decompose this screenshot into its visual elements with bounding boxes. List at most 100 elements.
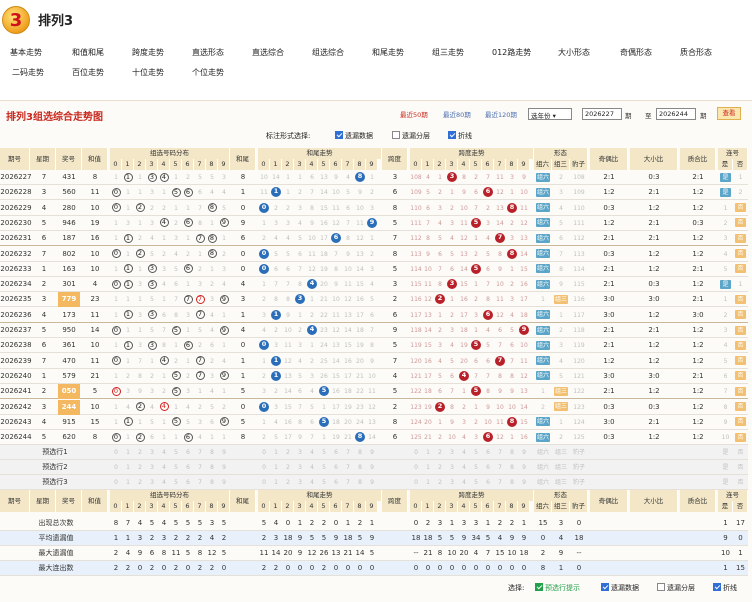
predict-shape[interactable]: 组六 xyxy=(534,445,552,460)
predict-digit[interactable]: 1 xyxy=(422,445,434,460)
predict-digit[interactable]: 8 xyxy=(354,460,366,475)
predict-digit[interactable]: 7 xyxy=(194,460,206,475)
predict-digit[interactable]: 6 xyxy=(330,475,342,490)
predict-shape[interactable]: 组三 xyxy=(552,460,570,475)
predict-digit[interactable]: 0 xyxy=(258,445,270,460)
predict-digit[interactable]: 2 xyxy=(434,445,446,460)
predict-digit[interactable]: 0 xyxy=(258,475,270,490)
predict-digit[interactable]: 2 xyxy=(282,460,294,475)
predict-shape[interactable]: 组三 xyxy=(552,475,570,490)
predict-digit[interactable]: 7 xyxy=(494,460,506,475)
predict-digit[interactable]: 1 xyxy=(270,445,282,460)
predict-shape[interactable]: 组三 xyxy=(552,445,570,460)
predict-digit[interactable]: 0 xyxy=(410,475,422,490)
predict-digit[interactable]: 0 xyxy=(410,460,422,475)
predict-digit[interactable]: 4 xyxy=(306,475,318,490)
predict-digit[interactable]: 7 xyxy=(494,445,506,460)
predict-row[interactable]: 预选行1 0 0 0 1 1 1 2 2 2 3 3 3 4 4 4 5 5 5 6 6 6 7 7 7 8 8 8 9 9 9 组六 组三 豹子… xyxy=(0,445,748,460)
predict-digit[interactable]: 6 xyxy=(482,460,494,475)
predict-digit[interactable]: 8 xyxy=(354,445,366,460)
predict-digit[interactable]: 8 xyxy=(354,475,366,490)
predict-digit[interactable]: 6 xyxy=(182,445,194,460)
predict-digit[interactable]: 9 xyxy=(218,445,230,460)
predict-digit[interactable]: 5 xyxy=(318,445,330,460)
predict-row[interactable]: 预选行3 0 0 0 1 1 1 2 2 2 3 3 3 4 4 4 5 5 5 6 6 6 7 7 7 8 8 8 9 9 9 组六 组三 豹子… xyxy=(0,475,748,490)
predict-row[interactable]: 预选行2 0 0 0 1 1 1 2 2 2 3 3 3 4 4 4 5 5 5 6 6 6 7 7 7 8 8 8 9 9 9 组六 组三 豹子… xyxy=(0,460,748,475)
footer-option-missing-layer[interactable]: 遗漏分层 xyxy=(657,583,695,593)
predict-digit[interactable]: 5 xyxy=(470,475,482,490)
predict-digit[interactable]: 9 xyxy=(218,460,230,475)
predict-digit[interactable]: 4 xyxy=(458,460,470,475)
predict-digit[interactable]: 5 xyxy=(318,475,330,490)
predict-digit[interactable]: 2 xyxy=(282,475,294,490)
predict-digit[interactable]: 1 xyxy=(270,475,282,490)
predict-digit[interactable]: 5 xyxy=(318,460,330,475)
predict-digit[interactable]: 9 xyxy=(518,460,530,475)
predict-digit[interactable]: 6 xyxy=(482,445,494,460)
predict-digit[interactable]: 3 xyxy=(146,445,158,460)
predict-digit[interactable]: 9 xyxy=(218,475,230,490)
predict-digit[interactable]: 0 xyxy=(110,460,122,475)
predict-digit[interactable]: 9 xyxy=(366,445,378,460)
predict-repeat[interactable]: 否 xyxy=(733,445,748,460)
predict-digit[interactable]: 4 xyxy=(158,475,170,490)
predict-shape[interactable]: 豹子 xyxy=(570,460,588,475)
predict-digit[interactable]: 8 xyxy=(506,460,518,475)
predict-digit[interactable]: 8 xyxy=(206,445,218,460)
predict-digit[interactable]: 8 xyxy=(206,460,218,475)
predict-digit[interactable]: 1 xyxy=(270,460,282,475)
predict-digit[interactable]: 5 xyxy=(470,460,482,475)
predict-digit[interactable]: 0 xyxy=(410,445,422,460)
predict-digit[interactable]: 1 xyxy=(122,445,134,460)
predict-digit[interactable]: 6 xyxy=(330,445,342,460)
predict-digit[interactable]: 0 xyxy=(110,475,122,490)
predict-digit[interactable]: 9 xyxy=(366,475,378,490)
predict-digit[interactable]: 7 xyxy=(342,475,354,490)
predict-repeat[interactable]: 是 xyxy=(718,460,733,475)
predict-digit[interactable]: 8 xyxy=(506,445,518,460)
predict-digit[interactable]: 5 xyxy=(170,475,182,490)
predict-digit[interactable]: 1 xyxy=(122,475,134,490)
predict-digit[interactable]: 5 xyxy=(470,445,482,460)
predict-shape[interactable]: 组六 xyxy=(534,475,552,490)
predict-digit[interactable]: 4 xyxy=(458,445,470,460)
predict-digit[interactable]: 2 xyxy=(134,445,146,460)
footer-option-missing-data[interactable]: 遗漏数据 xyxy=(601,583,639,593)
predict-digit[interactable]: 5 xyxy=(170,445,182,460)
predict-digit[interactable]: 7 xyxy=(342,460,354,475)
predict-repeat[interactable]: 是 xyxy=(718,445,733,460)
predict-repeat[interactable]: 是 xyxy=(718,475,733,490)
predict-digit[interactable]: 9 xyxy=(366,460,378,475)
footer-option-polyline[interactable]: 折线 xyxy=(713,583,737,593)
predict-digit[interactable]: 3 xyxy=(294,445,306,460)
predict-digit[interactable]: 3 xyxy=(294,460,306,475)
predict-digit[interactable]: 9 xyxy=(518,445,530,460)
predict-digit[interactable]: 2 xyxy=(434,475,446,490)
predict-digit[interactable]: 3 xyxy=(446,475,458,490)
predict-digit[interactable]: 3 xyxy=(146,460,158,475)
predict-digit[interactable]: 8 xyxy=(206,475,218,490)
predict-digit[interactable]: 2 xyxy=(434,460,446,475)
predict-digit[interactable]: 4 xyxy=(458,475,470,490)
predict-digit[interactable]: 1 xyxy=(422,460,434,475)
predict-digit[interactable]: 7 xyxy=(494,475,506,490)
predict-digit[interactable]: 2 xyxy=(134,460,146,475)
predict-digit[interactable]: 2 xyxy=(134,475,146,490)
predict-digit[interactable]: 6 xyxy=(482,475,494,490)
predict-digit[interactable]: 4 xyxy=(158,460,170,475)
predict-shape[interactable]: 豹子 xyxy=(570,475,588,490)
predict-digit[interactable]: 9 xyxy=(518,475,530,490)
footer-option-predict[interactable]: 预选行提示 xyxy=(535,583,580,593)
predict-repeat[interactable]: 否 xyxy=(733,460,748,475)
predict-digit[interactable]: 3 xyxy=(294,475,306,490)
predict-digit[interactable]: 7 xyxy=(194,445,206,460)
predict-digit[interactable]: 1 xyxy=(122,460,134,475)
predict-repeat[interactable]: 否 xyxy=(733,475,748,490)
predict-digit[interactable]: 5 xyxy=(170,460,182,475)
predict-shape[interactable]: 豹子 xyxy=(570,445,588,460)
predict-digit[interactable]: 7 xyxy=(342,445,354,460)
predict-digit[interactable]: 7 xyxy=(194,475,206,490)
predict-digit[interactable]: 4 xyxy=(306,445,318,460)
predict-digit[interactable]: 3 xyxy=(446,445,458,460)
predict-digit[interactable]: 6 xyxy=(330,460,342,475)
